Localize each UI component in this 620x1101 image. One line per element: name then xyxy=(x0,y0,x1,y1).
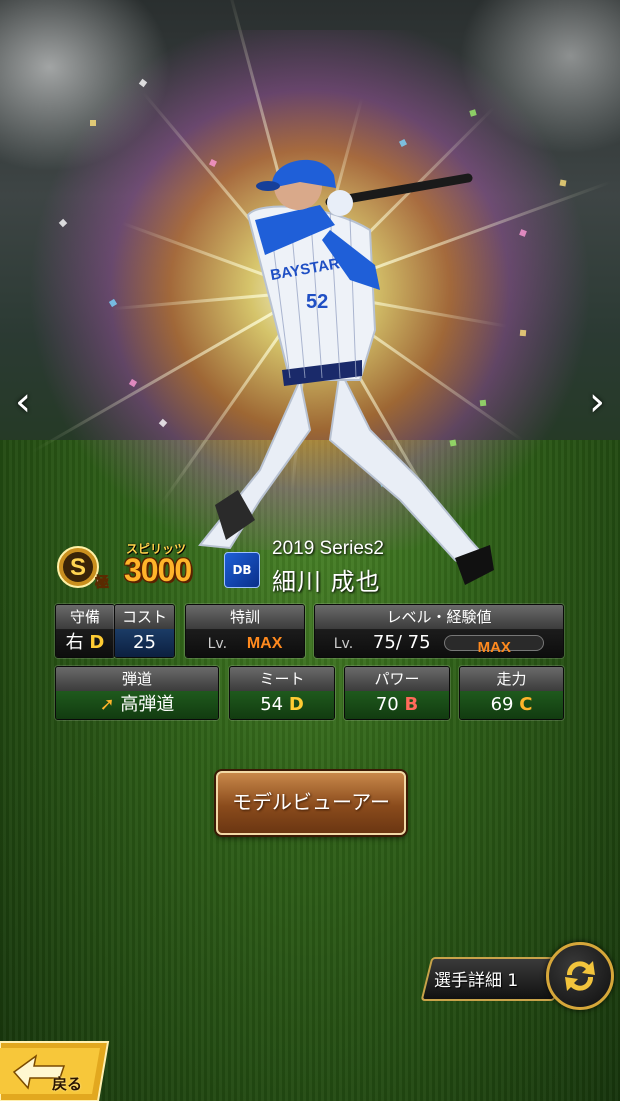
speed-value-row: 69 C xyxy=(460,691,563,719)
exp-max: MAX xyxy=(477,639,511,656)
special-training-value: Lv. MAX xyxy=(186,629,304,657)
rank-badge: S 極 xyxy=(57,546,109,591)
exp-bar: MAX xyxy=(444,635,545,656)
special-training-box: 特訓 Lv. MAX xyxy=(185,604,305,658)
back-label: 戻る xyxy=(52,1075,83,1093)
special-training-lv: Lv. xyxy=(207,636,228,652)
card-view: BAYSTARS 52 ‹ › S 極 スピリッツ 3000 DB 2019 S… xyxy=(0,0,620,1101)
trajectory-value-row: ➚ 高弾道 xyxy=(56,691,218,719)
player-name: 細川 成也 xyxy=(272,568,381,596)
power-value-row: 70 B xyxy=(345,691,449,719)
meet-box: ミート 54 D xyxy=(229,666,335,720)
meet-value: 54 xyxy=(260,694,284,715)
level-value: Lv. 75/ 75 MAX xyxy=(315,629,563,657)
meet-grade: D xyxy=(288,694,304,715)
cost-label: コスト xyxy=(115,605,174,629)
level-number: 75/ 75 xyxy=(372,632,431,653)
defense-label: 守備 xyxy=(56,605,114,629)
rank-sub: 極 xyxy=(95,574,109,591)
uniform-number: 52 xyxy=(306,291,328,313)
trajectory-value: 高弾道 xyxy=(120,694,175,715)
level-lv: Lv. xyxy=(333,636,354,652)
meet-value-row: 54 D xyxy=(230,691,334,719)
arrow-up-right-icon: ➚ xyxy=(99,694,115,715)
rank-letter: S xyxy=(70,554,86,581)
speed-label: 走力 xyxy=(460,667,563,691)
prev-card-chevron-left-icon[interactable]: ‹ xyxy=(8,380,38,424)
spirits-value: 3000 xyxy=(124,552,192,588)
player-detail-label: 選手詳細 1 xyxy=(434,971,519,991)
next-card-chevron-right-icon[interactable]: › xyxy=(582,380,612,424)
defense-grade: D xyxy=(89,632,105,653)
trajectory-label: 弾道 xyxy=(56,667,218,691)
speed-value: 69 xyxy=(490,694,514,715)
power-box: パワー 70 B xyxy=(344,666,450,720)
team-logo: DB xyxy=(224,552,260,588)
model-viewer-button[interactable]: モデルビューアー xyxy=(216,771,406,835)
defense-value: 右 D xyxy=(56,629,114,657)
power-grade: B xyxy=(404,694,419,715)
player-image: BAYSTARS 52 xyxy=(198,159,494,585)
power-value: 70 xyxy=(375,694,399,715)
defense-box: 守備 右 D xyxy=(55,604,115,658)
speed-box: 走力 69 C xyxy=(459,666,564,720)
power-label: パワー xyxy=(345,667,449,691)
series-label: 2019 Series2 xyxy=(272,538,384,559)
special-training-max: MAX xyxy=(246,635,283,652)
speed-grade: C xyxy=(519,694,533,715)
cost-box: コスト 25 xyxy=(114,604,175,658)
cost-value: 25 xyxy=(115,629,174,657)
meet-label: ミート xyxy=(230,667,334,691)
level-label: レベル・経験値 xyxy=(315,605,563,629)
special-training-label: 特訓 xyxy=(186,605,304,629)
swap-arrows-icon[interactable] xyxy=(546,942,614,1010)
level-box: レベル・経験値 Lv. 75/ 75 MAX xyxy=(314,604,564,658)
defense-position: 右 xyxy=(65,632,84,653)
trajectory-box: 弾道 ➚ 高弾道 xyxy=(55,666,219,720)
